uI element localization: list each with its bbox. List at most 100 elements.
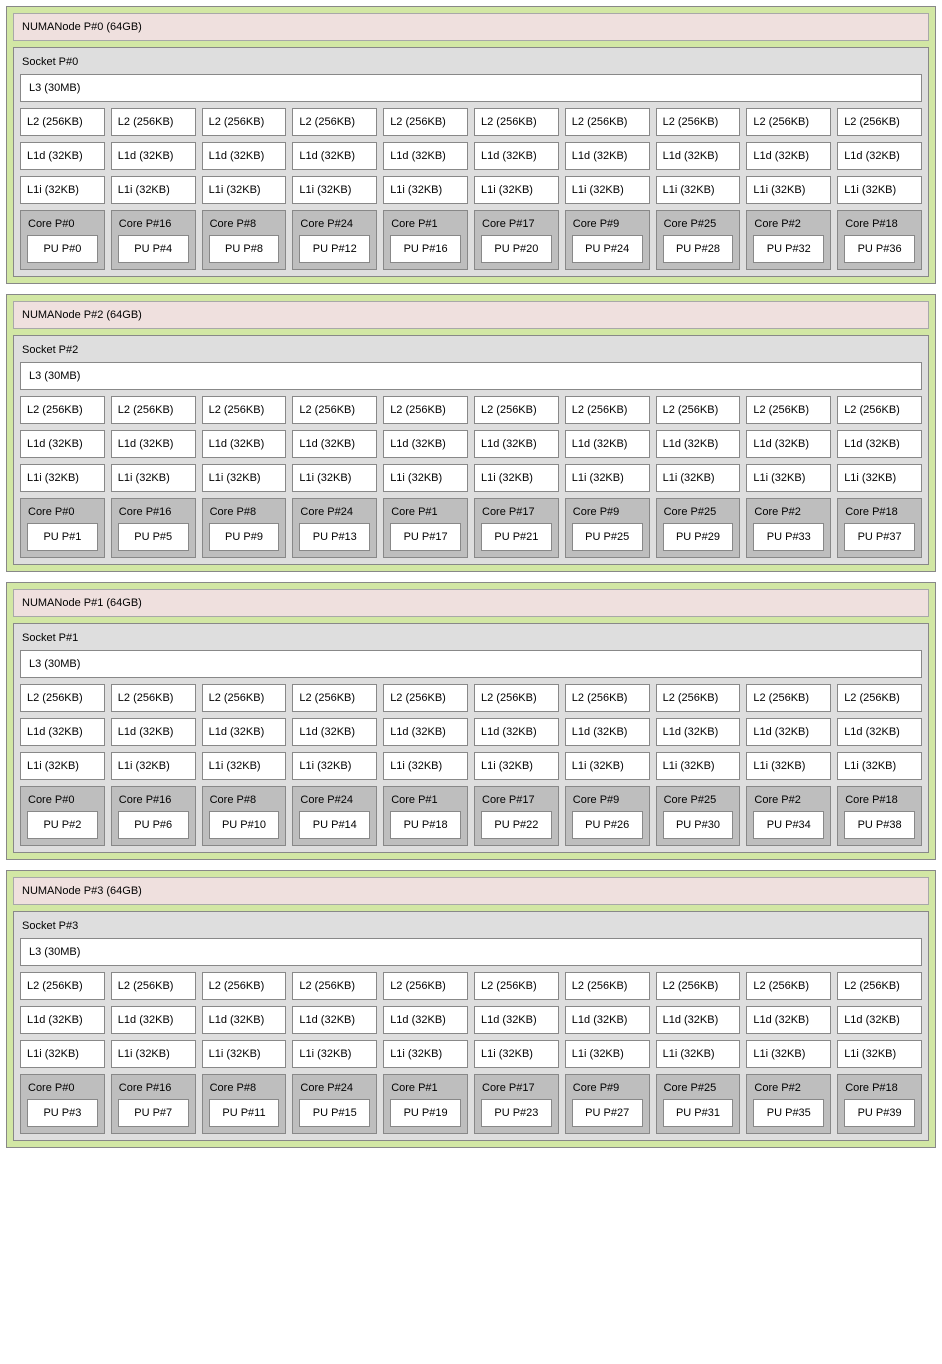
l2-cache: L2 (256KB) <box>111 972 196 1000</box>
l1i-cache: L1i (32KB) <box>202 1040 287 1068</box>
l2-cache: L2 (256KB) <box>383 684 468 712</box>
l1i-row: L1i (32KB)L1i (32KB)L1i (32KB)L1i (32KB)… <box>20 752 922 780</box>
core-label: Core P#0 <box>27 217 98 235</box>
core-label: Core P#25 <box>663 793 734 811</box>
core-label: Core P#17 <box>481 217 552 235</box>
pu-11: PU P#11 <box>209 1099 280 1127</box>
l1d-row: L1d (32KB)L1d (32KB)L1d (32KB)L1d (32KB)… <box>20 718 922 746</box>
l1d-cache: L1d (32KB) <box>565 1006 650 1034</box>
l2-cache: L2 (256KB) <box>111 396 196 424</box>
l1d-cache: L1d (32KB) <box>474 718 559 746</box>
l1d-cache: L1d (32KB) <box>202 142 287 170</box>
l1d-cache: L1d (32KB) <box>383 142 468 170</box>
l1i-cache: L1i (32KB) <box>292 464 377 492</box>
l1d-cache: L1d (32KB) <box>474 430 559 458</box>
pu-2: PU P#2 <box>27 811 98 839</box>
l1d-cache: L1d (32KB) <box>837 430 922 458</box>
core-label: Core P#9 <box>572 1081 643 1099</box>
l1d-cache: L1d (32KB) <box>292 142 377 170</box>
l1i-cache: L1i (32KB) <box>474 176 559 204</box>
l1d-cache: L1d (32KB) <box>565 718 650 746</box>
l2-cache: L2 (256KB) <box>474 396 559 424</box>
core-16: Core P#16PU P#7 <box>111 1074 196 1134</box>
pu-35: PU P#35 <box>753 1099 824 1127</box>
core-17: Core P#17PU P#23 <box>474 1074 559 1134</box>
pu-7: PU P#7 <box>118 1099 189 1127</box>
l1d-cache: L1d (32KB) <box>111 718 196 746</box>
l2-cache: L2 (256KB) <box>20 972 105 1000</box>
l2-cache: L2 (256KB) <box>111 108 196 136</box>
core-2: Core P#2PU P#32 <box>746 210 831 270</box>
core-18: Core P#18PU P#39 <box>837 1074 922 1134</box>
l1i-cache: L1i (32KB) <box>837 464 922 492</box>
pu-27: PU P#27 <box>572 1099 643 1127</box>
pu-22: PU P#22 <box>481 811 552 839</box>
core-label: Core P#16 <box>118 505 189 523</box>
core-0: Core P#0PU P#2 <box>20 786 105 846</box>
l1d-cache: L1d (32KB) <box>837 142 922 170</box>
l3-cache: L3 (30MB) <box>20 650 922 678</box>
l1i-cache: L1i (32KB) <box>746 464 831 492</box>
l1d-cache: L1d (32KB) <box>746 430 831 458</box>
l1d-cache: L1d (32KB) <box>111 1006 196 1034</box>
l2-cache: L2 (256KB) <box>565 684 650 712</box>
core-label: Core P#18 <box>844 1081 915 1099</box>
l2-cache: L2 (256KB) <box>292 972 377 1000</box>
core-0: Core P#0PU P#3 <box>20 1074 105 1134</box>
l2-cache: L2 (256KB) <box>383 108 468 136</box>
l2-cache: L2 (256KB) <box>202 972 287 1000</box>
socket-label: Socket P#0 <box>20 54 922 74</box>
core-25: Core P#25PU P#29 <box>656 498 741 558</box>
pu-19: PU P#19 <box>390 1099 461 1127</box>
l2-cache: L2 (256KB) <box>292 396 377 424</box>
l1i-cache: L1i (32KB) <box>383 752 468 780</box>
core-2: Core P#2PU P#34 <box>746 786 831 846</box>
core-label: Core P#9 <box>572 793 643 811</box>
l1i-cache: L1i (32KB) <box>746 1040 831 1068</box>
pu-1: PU P#1 <box>27 523 98 551</box>
l2-cache: L2 (256KB) <box>837 396 922 424</box>
l1i-cache: L1i (32KB) <box>474 464 559 492</box>
l2-cache: L2 (256KB) <box>383 396 468 424</box>
core-label: Core P#17 <box>481 505 552 523</box>
core-17: Core P#17PU P#22 <box>474 786 559 846</box>
l1i-cache: L1i (32KB) <box>20 464 105 492</box>
core-0: Core P#0PU P#0 <box>20 210 105 270</box>
l2-cache: L2 (256KB) <box>202 396 287 424</box>
l2-cache: L2 (256KB) <box>837 684 922 712</box>
core-label: Core P#2 <box>753 1081 824 1099</box>
pu-4: PU P#4 <box>118 235 189 263</box>
l1i-cache: L1i (32KB) <box>111 464 196 492</box>
l1i-cache: L1i (32KB) <box>111 752 196 780</box>
l1i-cache: L1i (32KB) <box>202 176 287 204</box>
pu-3: PU P#3 <box>27 1099 98 1127</box>
core-9: Core P#9PU P#25 <box>565 498 650 558</box>
l1i-cache: L1i (32KB) <box>202 752 287 780</box>
core-row: Core P#0PU P#2Core P#16PU P#6Core P#8PU … <box>20 786 922 846</box>
core-25: Core P#25PU P#30 <box>656 786 741 846</box>
l2-cache: L2 (256KB) <box>746 684 831 712</box>
core-label: Core P#25 <box>663 505 734 523</box>
l1i-cache: L1i (32KB) <box>111 176 196 204</box>
l1i-cache: L1i (32KB) <box>565 1040 650 1068</box>
l1i-cache: L1i (32KB) <box>474 752 559 780</box>
core-label: Core P#25 <box>663 217 734 235</box>
l1i-cache: L1i (32KB) <box>292 176 377 204</box>
l1d-cache: L1d (32KB) <box>292 1006 377 1034</box>
core-8: Core P#8PU P#9 <box>202 498 287 558</box>
l2-cache: L2 (256KB) <box>656 684 741 712</box>
pu-18: PU P#18 <box>390 811 461 839</box>
core-16: Core P#16PU P#4 <box>111 210 196 270</box>
core-label: Core P#17 <box>481 1081 552 1099</box>
l2-cache: L2 (256KB) <box>474 684 559 712</box>
pu-24: PU P#24 <box>572 235 643 263</box>
l2-cache: L2 (256KB) <box>656 108 741 136</box>
l2-cache: L2 (256KB) <box>746 396 831 424</box>
pu-20: PU P#20 <box>481 235 552 263</box>
pu-9: PU P#9 <box>209 523 280 551</box>
l1i-cache: L1i (32KB) <box>656 752 741 780</box>
l2-cache: L2 (256KB) <box>474 972 559 1000</box>
l1d-cache: L1d (32KB) <box>565 430 650 458</box>
l1i-cache: L1i (32KB) <box>837 1040 922 1068</box>
l1d-cache: L1d (32KB) <box>383 718 468 746</box>
